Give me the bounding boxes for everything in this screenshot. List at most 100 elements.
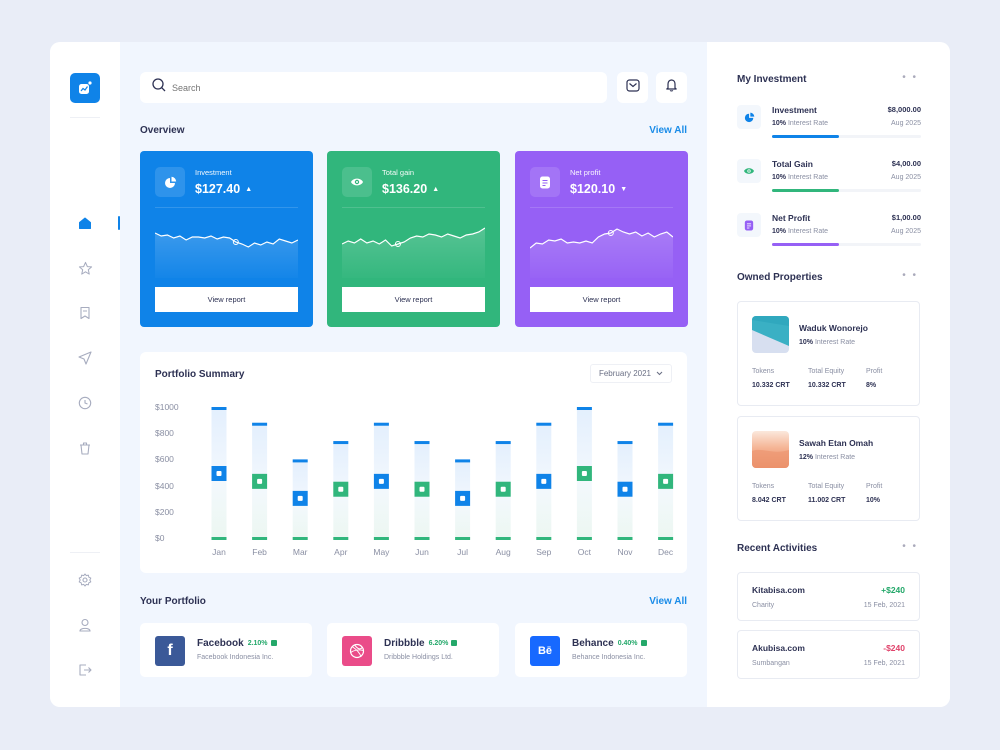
investment-item[interactable]: Net Profit 10% Interest Rate $1,00.00 Au… (737, 213, 921, 253)
mail-button[interactable] (617, 72, 648, 103)
property-card[interactable]: Sawah Etan Omah 12% Interest Rate Tokens… (737, 416, 920, 521)
logout-icon[interactable] (77, 662, 93, 678)
portfolio-name: Dribbble 6.20% (384, 638, 458, 649)
property-rate: 12% Interest Rate (799, 454, 856, 461)
property-image (752, 431, 789, 468)
card-label: Total gain (382, 168, 415, 177)
investment-amount: $8,000.00 (887, 105, 921, 114)
investment-amount: $4,00.00 (891, 159, 921, 168)
view-report-button[interactable]: View report (342, 287, 485, 312)
more-options-icon[interactable]: • • (902, 541, 918, 552)
investment-item[interactable]: Total Gain 10% Interest Rate $4,00.00 Au… (737, 159, 921, 199)
overview-view-all-link[interactable]: View All (649, 125, 687, 136)
sparkline-area (342, 228, 485, 278)
portfolio-summary-panel: Portfolio Summary February 2021 $0 $200 $4… (140, 352, 687, 573)
dribbble-icon (342, 636, 372, 666)
bar-top-cap (576, 407, 592, 410)
portfolio-item-facebook[interactable]: f Facebook 2.10% Facebook Indonesia Inc. (140, 623, 312, 677)
trash-icon[interactable] (77, 440, 93, 456)
x-tick-label: Nov (617, 547, 633, 557)
x-tick-label: Dec (658, 547, 674, 557)
up-badge-icon (451, 640, 458, 646)
trend-up-icon: ▲ (245, 186, 253, 193)
investment-progress (772, 243, 921, 246)
activity-amount: -$240 (883, 643, 905, 653)
bookmark-icon[interactable] (77, 305, 93, 321)
x-tick-label: Apr (334, 547, 348, 557)
bar-marker-dot (541, 478, 547, 484)
progress-fill (772, 243, 840, 246)
x-tick-label: Aug (495, 547, 511, 557)
view-report-button[interactable]: View report (530, 287, 673, 312)
x-tick-label: Oct (577, 547, 591, 557)
owned-properties-title: Owned Properties (737, 272, 823, 283)
total-gain-sparkline (342, 227, 485, 278)
card-value: $136.20 ▲ (382, 182, 440, 196)
investment-progress (772, 135, 921, 138)
notification-button[interactable] (656, 72, 687, 103)
send-icon[interactable] (77, 350, 93, 366)
dashboard-window: Overview View All Investment $127.40▲ Vi… (50, 42, 950, 707)
x-tick-label: Jan (212, 547, 226, 557)
card-divider (342, 207, 485, 208)
bar-base-cap (211, 537, 227, 540)
bar-top-cap (617, 441, 633, 445)
bar-base-cap (333, 537, 349, 540)
property-card[interactable]: Waduk Wonorejo 10% Interest Rate Tokens 1… (737, 301, 920, 406)
bar-base-cap (373, 537, 389, 540)
x-tick-label: Mar (292, 547, 308, 557)
bar-marker-dot (622, 486, 628, 492)
total-gain-card: Total gain $136.20 ▲ View report (327, 151, 500, 327)
pie-chart-icon (155, 167, 185, 197)
portfolio-company: Facebook Indonesia Inc. (197, 654, 274, 661)
progress-fill (772, 135, 840, 138)
bar-top-cap (333, 441, 349, 445)
x-tick-label: Feb (252, 547, 267, 557)
bar-top-cap (455, 459, 471, 463)
trend-up-icon: ▲ (432, 186, 440, 193)
trend-down-icon: ▼ (620, 186, 628, 193)
portfolio-view-all-link[interactable]: View All (649, 596, 687, 607)
settings-icon[interactable] (77, 572, 93, 588)
behance-icon: Bē (530, 636, 560, 666)
star-icon[interactable] (77, 260, 93, 276)
bar-marker-dot (419, 486, 425, 492)
search-bar[interactable] (140, 72, 607, 103)
net-profit-sparkline (530, 228, 673, 278)
clock-icon[interactable] (77, 395, 93, 411)
activity-date: 15 Feb, 2021 (863, 660, 905, 667)
sparkline-area (155, 233, 298, 278)
view-report-button[interactable]: View report (155, 287, 298, 312)
bar-base-cap (495, 537, 511, 540)
activity-amount: +$240 (881, 585, 905, 595)
user-icon[interactable] (77, 617, 93, 633)
home-icon[interactable] (77, 215, 93, 231)
more-options-icon[interactable]: • • (902, 270, 918, 281)
portfolio-item-behance[interactable]: Bē Behance 0.40% Behance Indonesia Inc. (515, 623, 687, 677)
portfolio-name: Behance 0.40% (572, 638, 647, 649)
activity-item[interactable]: Kitabisa.com Charity +$240 15 Feb, 2021 (737, 572, 920, 621)
tokens-stat: Tokens 10.332 CRT (752, 368, 790, 389)
equity-stat: Total Equity 11.002 CRT (808, 483, 846, 504)
search-icon (152, 78, 166, 97)
chart-logo-icon[interactable] (70, 73, 100, 103)
more-options-icon[interactable]: • • (902, 72, 918, 83)
activity-name: Akubisa.com (752, 643, 805, 653)
card-label: Investment (195, 168, 232, 177)
eye-icon (342, 167, 372, 197)
sidebar-divider (70, 117, 100, 118)
tokens-stat: Tokens 8.042 CRT (752, 483, 786, 504)
activity-item[interactable]: Akubisa.com Sumbangan -$240 15 Feb, 2021 (737, 630, 920, 679)
bar-marker-dot (581, 471, 587, 476)
investment-progress (772, 189, 921, 192)
investment-item[interactable]: Investment 10% Interest Rate $8,000.00 A… (737, 105, 921, 145)
card-value: $127.40 ▲ (195, 182, 253, 196)
portfolio-item-dribbble[interactable]: Dribbble 6.20% Dribbble Holdings Ltd. (327, 623, 499, 677)
investment-name: Total Gain (772, 159, 813, 169)
bar-top-cap (658, 422, 674, 426)
bar-top-cap (536, 422, 552, 426)
document-icon (530, 167, 560, 197)
portfolio-name: Facebook 2.10% (197, 638, 277, 649)
bar-top-cap (373, 422, 389, 426)
search-input[interactable] (172, 82, 572, 93)
